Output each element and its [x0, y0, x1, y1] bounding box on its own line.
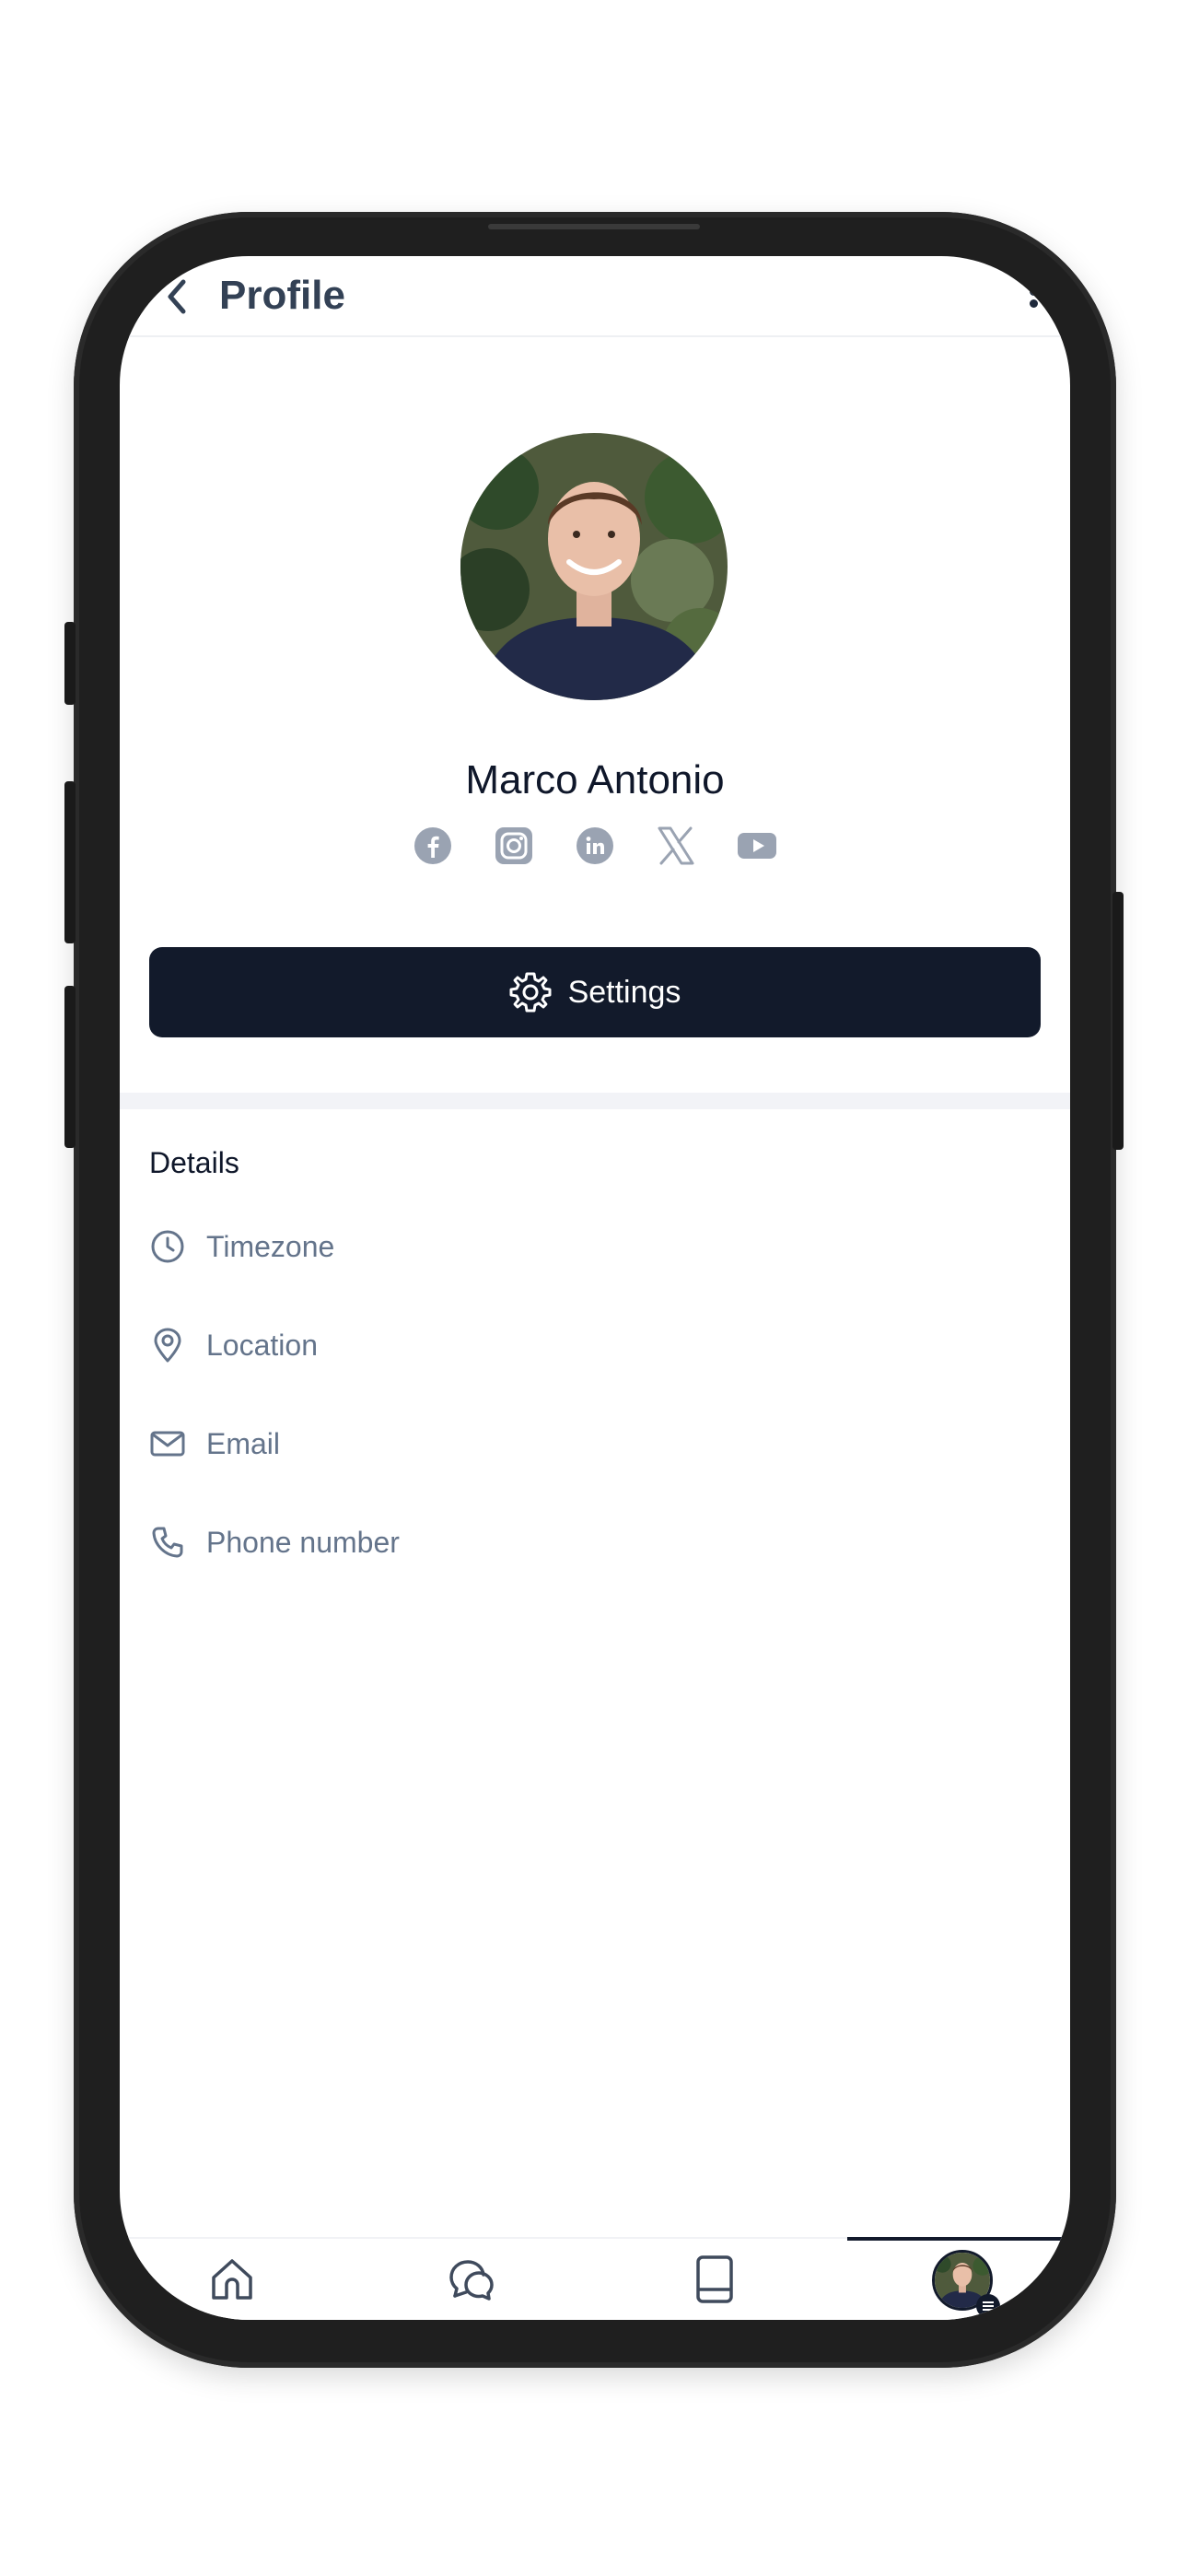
- side-button-volume-down: [64, 986, 76, 1148]
- facebook-link[interactable]: [413, 825, 453, 866]
- section-divider: [120, 1093, 1070, 1109]
- x-icon: [658, 826, 694, 865]
- email-label: Email: [206, 1426, 281, 1460]
- social-links: [120, 825, 1070, 866]
- instagram-link[interactable]: [494, 825, 534, 866]
- clock-icon: [149, 1228, 186, 1265]
- detail-row-timezone[interactable]: Timezone: [149, 1224, 334, 1270]
- nav-chat[interactable]: [444, 2252, 499, 2307]
- app-screen: Profile Marco Antonio Settings Details T…: [120, 256, 1070, 2320]
- active-tab-indicator: [847, 2237, 1070, 2241]
- location-pin-icon: [149, 1327, 186, 1364]
- location-label: Location: [206, 1328, 318, 1362]
- more-options-button[interactable]: [1024, 284, 1042, 321]
- linkedin-link[interactable]: [575, 825, 615, 866]
- menu-icon: [976, 2294, 1000, 2318]
- nav-profile[interactable]: [930, 2248, 1000, 2318]
- page-title: Profile: [219, 273, 345, 318]
- x-link[interactable]: [656, 825, 696, 866]
- detail-row-email[interactable]: Email: [149, 1421, 280, 1467]
- bottom-navigation: [120, 2237, 1070, 2320]
- side-button-volume-up: [64, 781, 76, 943]
- top-bar: Profile: [120, 256, 1070, 337]
- detail-row-phone[interactable]: Phone number: [149, 1519, 400, 1565]
- chevron-left-icon: [168, 279, 186, 314]
- nav-library[interactable]: [687, 2252, 742, 2307]
- more-dot: [1029, 287, 1038, 296]
- user-name: Marco Antonio: [465, 757, 725, 802]
- phone-label: Phone number: [206, 1525, 400, 1559]
- instagram-icon: [495, 827, 532, 864]
- side-button-power: [1112, 892, 1124, 1150]
- settings-button[interactable]: Settings: [149, 947, 1041, 1037]
- gear-icon: [509, 972, 552, 1013]
- side-button-mute: [64, 622, 76, 705]
- detail-row-location[interactable]: Location: [149, 1322, 318, 1368]
- profile-photo: [460, 433, 728, 700]
- chat-icon: [449, 2260, 494, 2301]
- phone-icon: [149, 1524, 186, 1561]
- nav-home[interactable]: [204, 2252, 260, 2307]
- linkedin-icon: [577, 827, 613, 864]
- settings-label: Settings: [567, 974, 681, 1010]
- timezone-label: Timezone: [206, 1229, 335, 1263]
- more-dot: [1029, 299, 1038, 308]
- profile-avatar[interactable]: [460, 433, 728, 700]
- youtube-link[interactable]: [737, 825, 777, 866]
- details-title: Details: [149, 1146, 239, 1179]
- facebook-icon: [414, 827, 451, 864]
- back-button[interactable]: [157, 276, 197, 317]
- book-icon: [696, 2255, 733, 2303]
- home-icon: [212, 2259, 252, 2300]
- speaker-grille: [488, 224, 700, 229]
- youtube-icon: [738, 833, 776, 859]
- mail-icon: [149, 1425, 186, 1462]
